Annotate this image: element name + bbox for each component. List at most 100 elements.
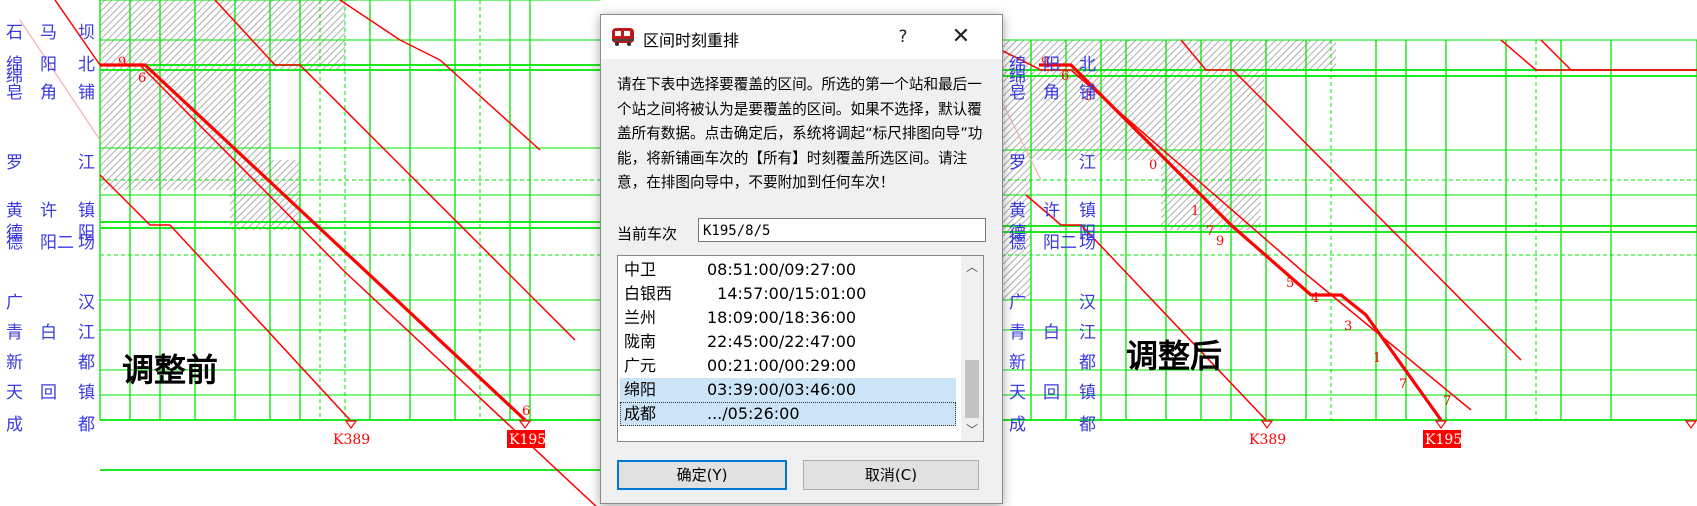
station-name: 都 [78, 415, 95, 435]
station-name: 江 [1079, 323, 1096, 343]
station-name: 许 [40, 201, 57, 221]
station-name: 汉 [78, 293, 95, 313]
caption-before: 调整前 [122, 351, 219, 389]
station-name: 青 [1009, 323, 1026, 343]
list-item-station: 广元 [624, 356, 657, 375]
station-name: 都 [1079, 415, 1096, 435]
stop-time-digit: 7 [1399, 377, 1407, 392]
station-name: 回 [40, 383, 57, 403]
list-item-selected[interactable]: 绵阳 03:39:00/03:46:00 [620, 378, 956, 402]
station-name: 角 [1043, 83, 1060, 103]
timetable-diagram-before: K389 K195 9 6 6 石马坝绵阳北绵皂角铺罗江黄许镇德阳德阳二场广汉青白江新都… [0, 0, 600, 506]
station-name: 广 [6, 293, 23, 313]
hatched-block [1031, 40, 1336, 70]
station-name: 成 [1009, 415, 1026, 435]
train-line [1540, 39, 1697, 71]
train-line [1500, 39, 1697, 71]
station-name: 阳 [40, 55, 57, 75]
stop-time-digit: 0 [1149, 158, 1157, 173]
station-name: 德 [1009, 233, 1026, 253]
list-scrollbar[interactable]: ︿ ﹀ [961, 256, 983, 441]
station-name: 北 [1079, 55, 1096, 75]
station-name: 镇 [1079, 383, 1096, 403]
station-name: 天 [1009, 383, 1026, 403]
dialog-description: 请在下表中选择要覆盖的区间。所选的第一个站和最后一个站之间将被认为是要覆盖的区间… [617, 76, 983, 191]
list-item-times: 18:09:00/18:36:00 [707, 308, 857, 327]
station-time-list[interactable]: 中卫 08:51:00/09:27:00 白银西 14:57:00/15:01:0… [617, 255, 984, 442]
list-item[interactable]: 中卫 08:51:00/09:27:00 [620, 258, 956, 282]
train-label-k389: K389 [1249, 432, 1286, 448]
timetable-diagram-after: K389 K195 9 6 3 0 1 7 9 5 4 3 1 7 7 绵阳北绵皂角铺罗江黄许镇德阳德阳二场… [1001, 0, 1697, 506]
train-label-partial-marker-icon [1684, 420, 1697, 430]
stop-time-digit: 7 [1206, 224, 1214, 239]
station-name: 都 [1079, 353, 1096, 373]
list-item-station: 中卫 [624, 260, 657, 279]
station-name: 德 [6, 233, 23, 253]
help-button[interactable]: ? [875, 19, 931, 55]
current-train-field[interactable]: K195/8/5 [698, 218, 986, 242]
station-name: 青 [6, 323, 23, 343]
stop-time-digit: 3 [1344, 319, 1352, 334]
diagram-canvas-after: K389 K1959630179543177 [1001, 39, 1697, 448]
station-name: 皂 [6, 83, 23, 103]
station-name: 罗 [1009, 153, 1026, 173]
scroll-up-icon[interactable]: ︿ [961, 256, 983, 278]
stop-time-digit: 6 [522, 404, 530, 419]
station-name: 场 [78, 233, 95, 253]
caption-after: 调整后 [1126, 337, 1223, 375]
dialog-title: 区间时刻重排 [643, 31, 740, 50]
list-item-station: 成都 [624, 404, 657, 423]
station-name: 汉 [1079, 293, 1096, 313]
scroll-down-icon[interactable]: ﹀ [961, 419, 983, 441]
stop-time-digit: 9 [118, 55, 126, 70]
close-button[interactable]: ✕ [931, 19, 991, 55]
station-name: 白 [40, 323, 57, 343]
station-name: 成 [6, 415, 23, 435]
station-name: 坝 [78, 23, 95, 43]
train-app-icon [612, 28, 634, 46]
station-name: 阳二 [1043, 233, 1077, 253]
list-item[interactable]: 陇南 22:45:00/22:47:00 [620, 330, 956, 354]
section-reschedule-dialog: 区间时刻重排 ? ✕ 请在下表中选择要覆盖的区间。所选的第一个站和最后一个站之间… [600, 14, 1003, 504]
station-name: 北 [78, 55, 95, 75]
scrollbar-thumb[interactable] [965, 360, 979, 418]
stop-time-digit: 1 [1373, 351, 1381, 366]
dialog-titlebar[interactable]: 区间时刻重排 ? ✕ [601, 15, 1002, 59]
list-item-times: 00:21:00/00:29:00 [707, 356, 857, 375]
list-item[interactable]: 兰州 18:09:00/18:36:00 [620, 306, 956, 330]
station-name: 许 [1043, 201, 1060, 221]
current-train-label: 当前车次 [617, 225, 678, 243]
station-name: 角 [40, 83, 57, 103]
train-label-k195-marker-icon [1434, 420, 1448, 430]
train-label-k195: K195 [1425, 432, 1462, 448]
stop-time-digit: 1 [1191, 204, 1199, 219]
list-item-times: 03:39:00/03:46:00 [707, 380, 857, 399]
list-item[interactable]: 广元 00:21:00/00:29:00 [620, 354, 956, 378]
stop-time-digit: 6 [1061, 69, 1069, 84]
list-item[interactable]: 白银西 14:57:00/15:01:00 [620, 282, 956, 306]
stop-time-digit: 7 [1443, 394, 1451, 409]
list-item-station: 陇南 [624, 332, 657, 351]
station-name: 江 [1079, 153, 1096, 173]
train-label-k389: K389 [333, 432, 370, 448]
station-name: 天 [6, 383, 23, 403]
station-name: 都 [78, 353, 95, 373]
list-item-times: 08:51:00/09:27:00 [707, 260, 857, 279]
station-name: 江 [78, 153, 95, 173]
station-name: 新 [6, 353, 23, 373]
list-item-times: 22:45:00/22:47:00 [707, 332, 857, 351]
list-item-times: 14:57:00/15:01:00 [707, 284, 867, 303]
list-item-selected-focused[interactable]: 成都 .../05:26:00 [620, 402, 956, 426]
list-item-station: 白银西 [624, 284, 673, 303]
station-name: 白 [1043, 323, 1060, 343]
cancel-button[interactable]: 取消(C) [803, 460, 979, 490]
train-label-k389-marker-icon [344, 420, 358, 430]
station-name: 铺 [1079, 83, 1096, 103]
list-item-station: 绵阳 [624, 380, 657, 399]
station-name: 广 [1009, 293, 1026, 313]
station-name: 镇 [78, 383, 95, 403]
hatched-block [100, 0, 345, 70]
stop-time-digit: 4 [1311, 291, 1319, 306]
confirm-button[interactable]: 确定(Y) [617, 460, 787, 490]
train-label-k195-marker-icon [518, 420, 532, 430]
